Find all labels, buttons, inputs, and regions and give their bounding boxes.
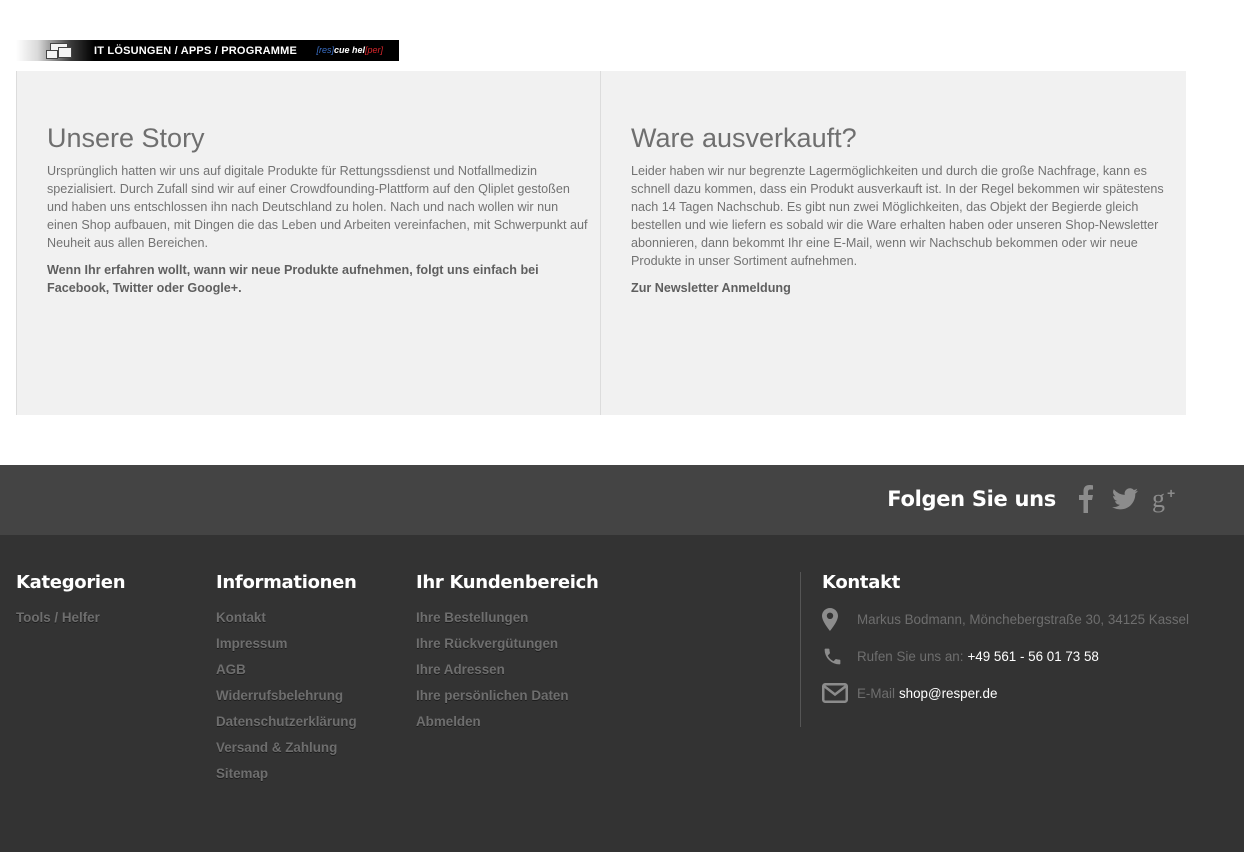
footer-kundenbereich: Ihr Kundenbereich Ihre Bestellungen Ihre… <box>416 572 599 735</box>
account-link-abmelden[interactable]: Abmelden <box>416 709 599 735</box>
kategorien-title: Kategorien <box>16 572 126 593</box>
email-label: E-Mail <box>857 685 895 701</box>
footer-divider <box>800 572 801 727</box>
contact-phone: Rufen Sie uns an: +49 561 - 56 01 73 58 <box>822 646 1099 667</box>
story-panel: Unsere Story Ursprünglich hatten wir uns… <box>16 71 601 415</box>
facebook-icon[interactable] <box>1071 483 1101 515</box>
informationen-title: Informationen <box>216 572 357 593</box>
envelope-icon <box>822 683 857 703</box>
info-panels: Unsere Story Ursprünglich hatten wir uns… <box>16 71 1186 415</box>
soldout-panel: Ware ausverkauft? Leider haben wir nur b… <box>601 71 1186 415</box>
contact-email: E-Mail shop@resper.de <box>822 683 997 703</box>
story-cta: Wenn Ihr erfahren wollt, wann wir neue P… <box>47 263 539 295</box>
info-link-datenschutz[interactable]: Datenschutzerklärung <box>216 709 357 735</box>
google-plus-icon[interactable]: g + <box>1150 483 1180 515</box>
footer-kategorien: Kategorien Tools / Helfer <box>16 572 126 631</box>
kundenbereich-title: Ihr Kundenbereich <box>416 572 599 593</box>
banner-text: IT LÖSUNGEN / APPS / PROGRAMME <box>94 44 297 57</box>
info-link-sitemap[interactable]: Sitemap <box>216 761 357 787</box>
soldout-text: Leider haben wir nur begrenzte Lagermögl… <box>631 164 1164 268</box>
account-link-daten[interactable]: Ihre persönlichen Daten <box>416 683 599 709</box>
info-link-kontakt[interactable]: Kontakt <box>216 605 357 631</box>
story-text: Ursprünglich hatten wir uns auf digitale… <box>47 164 588 250</box>
soldout-title: Ware ausverkauft? <box>631 123 857 153</box>
kategorie-link[interactable]: Tools / Helfer <box>16 605 125 631</box>
social-bar: Folgen Sie uns g + <box>0 465 1244 535</box>
address-text: Markus Bodmann, Mönchebergstraße 30, 341… <box>857 612 1189 627</box>
footer-informationen: Informationen Kontakt Impressum AGB Wide… <box>216 572 357 787</box>
devices-icon <box>16 40 76 61</box>
email-link[interactable]: shop@resper.de <box>899 686 997 701</box>
phone-icon <box>822 646 857 667</box>
follow-label: Folgen Sie uns <box>887 487 1056 511</box>
phone-label: Rufen Sie uns an: <box>857 649 964 664</box>
brand-logo: [res]cue hel[per] <box>316 45 383 55</box>
account-link-adressen[interactable]: Ihre Adressen <box>416 657 599 683</box>
info-link-widerruf[interactable]: Widerrufsbelehrung <box>216 683 357 709</box>
phone-number[interactable]: +49 561 - 56 01 73 58 <box>967 649 1098 664</box>
footer-kontakt: Kontakt <box>822 572 900 605</box>
info-link-versand[interactable]: Versand & Zahlung <box>216 735 357 761</box>
footer: Kategorien Tools / Helfer Informationen … <box>0 535 1244 852</box>
svg-text:+: + <box>1167 485 1175 501</box>
info-link-impressum[interactable]: Impressum <box>216 631 357 657</box>
header-banner[interactable]: IT LÖSUNGEN / APPS / PROGRAMME [res]cue … <box>16 40 399 61</box>
map-marker-icon <box>822 608 857 631</box>
account-link-bestellungen[interactable]: Ihre Bestellungen <box>416 605 599 631</box>
twitter-icon[interactable] <box>1110 483 1140 515</box>
account-link-rueckverguetungen[interactable]: Ihre Rückvergütungen <box>416 631 599 657</box>
contact-address: Markus Bodmann, Mönchebergstraße 30, 341… <box>822 608 1189 631</box>
story-title: Unsere Story <box>47 123 205 153</box>
info-link-agb[interactable]: AGB <box>216 657 357 683</box>
newsletter-link[interactable]: Zur Newsletter Anmeldung <box>631 281 791 295</box>
kontakt-title: Kontakt <box>822 572 901 593</box>
svg-text:g: g <box>1152 484 1165 513</box>
